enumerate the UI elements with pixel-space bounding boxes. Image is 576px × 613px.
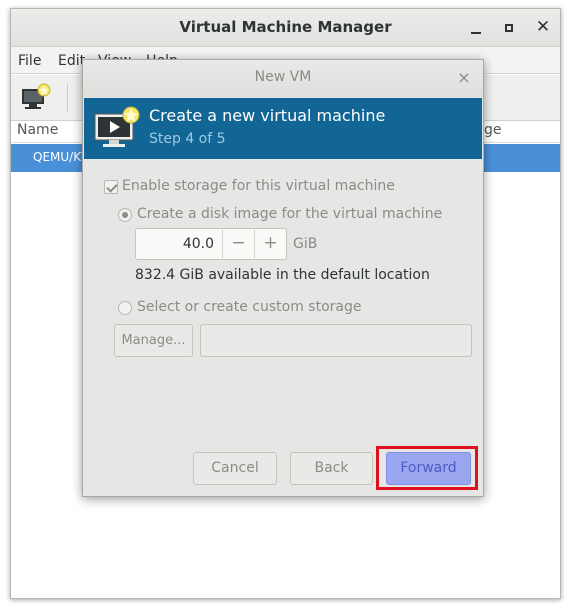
dialog-close-icon[interactable]: × <box>456 68 472 87</box>
create-disk-radio[interactable] <box>118 208 132 222</box>
minimize-button[interactable] <box>466 18 486 38</box>
dialog-titlebar[interactable]: New VM × <box>83 60 483 97</box>
wizard-title: Create a new virtual machine <box>149 106 386 125</box>
back-button[interactable]: Back <box>290 452 373 485</box>
cancel-button[interactable]: Cancel <box>193 452 277 485</box>
virtual-machine-icon <box>94 106 140 147</box>
enable-storage-label[interactable]: Enable storage for this virtual machine <box>122 178 395 194</box>
main-titlebar[interactable]: Virtual Machine Manager ✕ <box>11 9 560 47</box>
create-disk-label[interactable]: Create a disk image for the virtual mach… <box>137 206 442 222</box>
disk-size-spinbutton[interactable]: 40.0 − + <box>135 228 287 260</box>
toolbar-separator <box>67 84 68 112</box>
manage-button[interactable]: Manage... <box>114 324 193 357</box>
wizard-step: Step 4 of 5 <box>149 131 226 147</box>
column-name[interactable]: Name <box>17 122 58 138</box>
decrease-size-button[interactable]: − <box>222 229 254 259</box>
new-vm-icon[interactable] <box>19 83 53 113</box>
connection-label: QEMU/KV <box>33 150 90 164</box>
column-cpu-usage[interactable]: ge <box>484 122 502 138</box>
forward-button-highlight <box>376 446 478 490</box>
maximize-button[interactable] <box>499 18 519 38</box>
wizard-header: Create a new virtual machine Step 4 of 5 <box>84 98 482 159</box>
dialog-title: New VM <box>254 69 312 85</box>
increase-size-button[interactable]: + <box>254 229 286 259</box>
custom-storage-label[interactable]: Select or create custom storage <box>137 299 362 315</box>
custom-storage-radio[interactable] <box>118 301 132 315</box>
disk-size-value[interactable]: 40.0 <box>136 236 214 252</box>
menu-file[interactable]: File <box>18 53 41 69</box>
enable-storage-checkbox[interactable] <box>104 180 118 194</box>
screen: Virtual Machine Manager ✕ File Edit View… <box>0 0 576 613</box>
new-vm-dialog: New VM × Create a new virtual machine St… <box>82 59 484 497</box>
disk-unit-label: GiB <box>293 236 318 252</box>
window-close-button[interactable]: ✕ <box>533 18 553 38</box>
available-space-text: 832.4 GiB available in the default locat… <box>135 267 430 283</box>
storage-path-input[interactable] <box>200 324 472 357</box>
